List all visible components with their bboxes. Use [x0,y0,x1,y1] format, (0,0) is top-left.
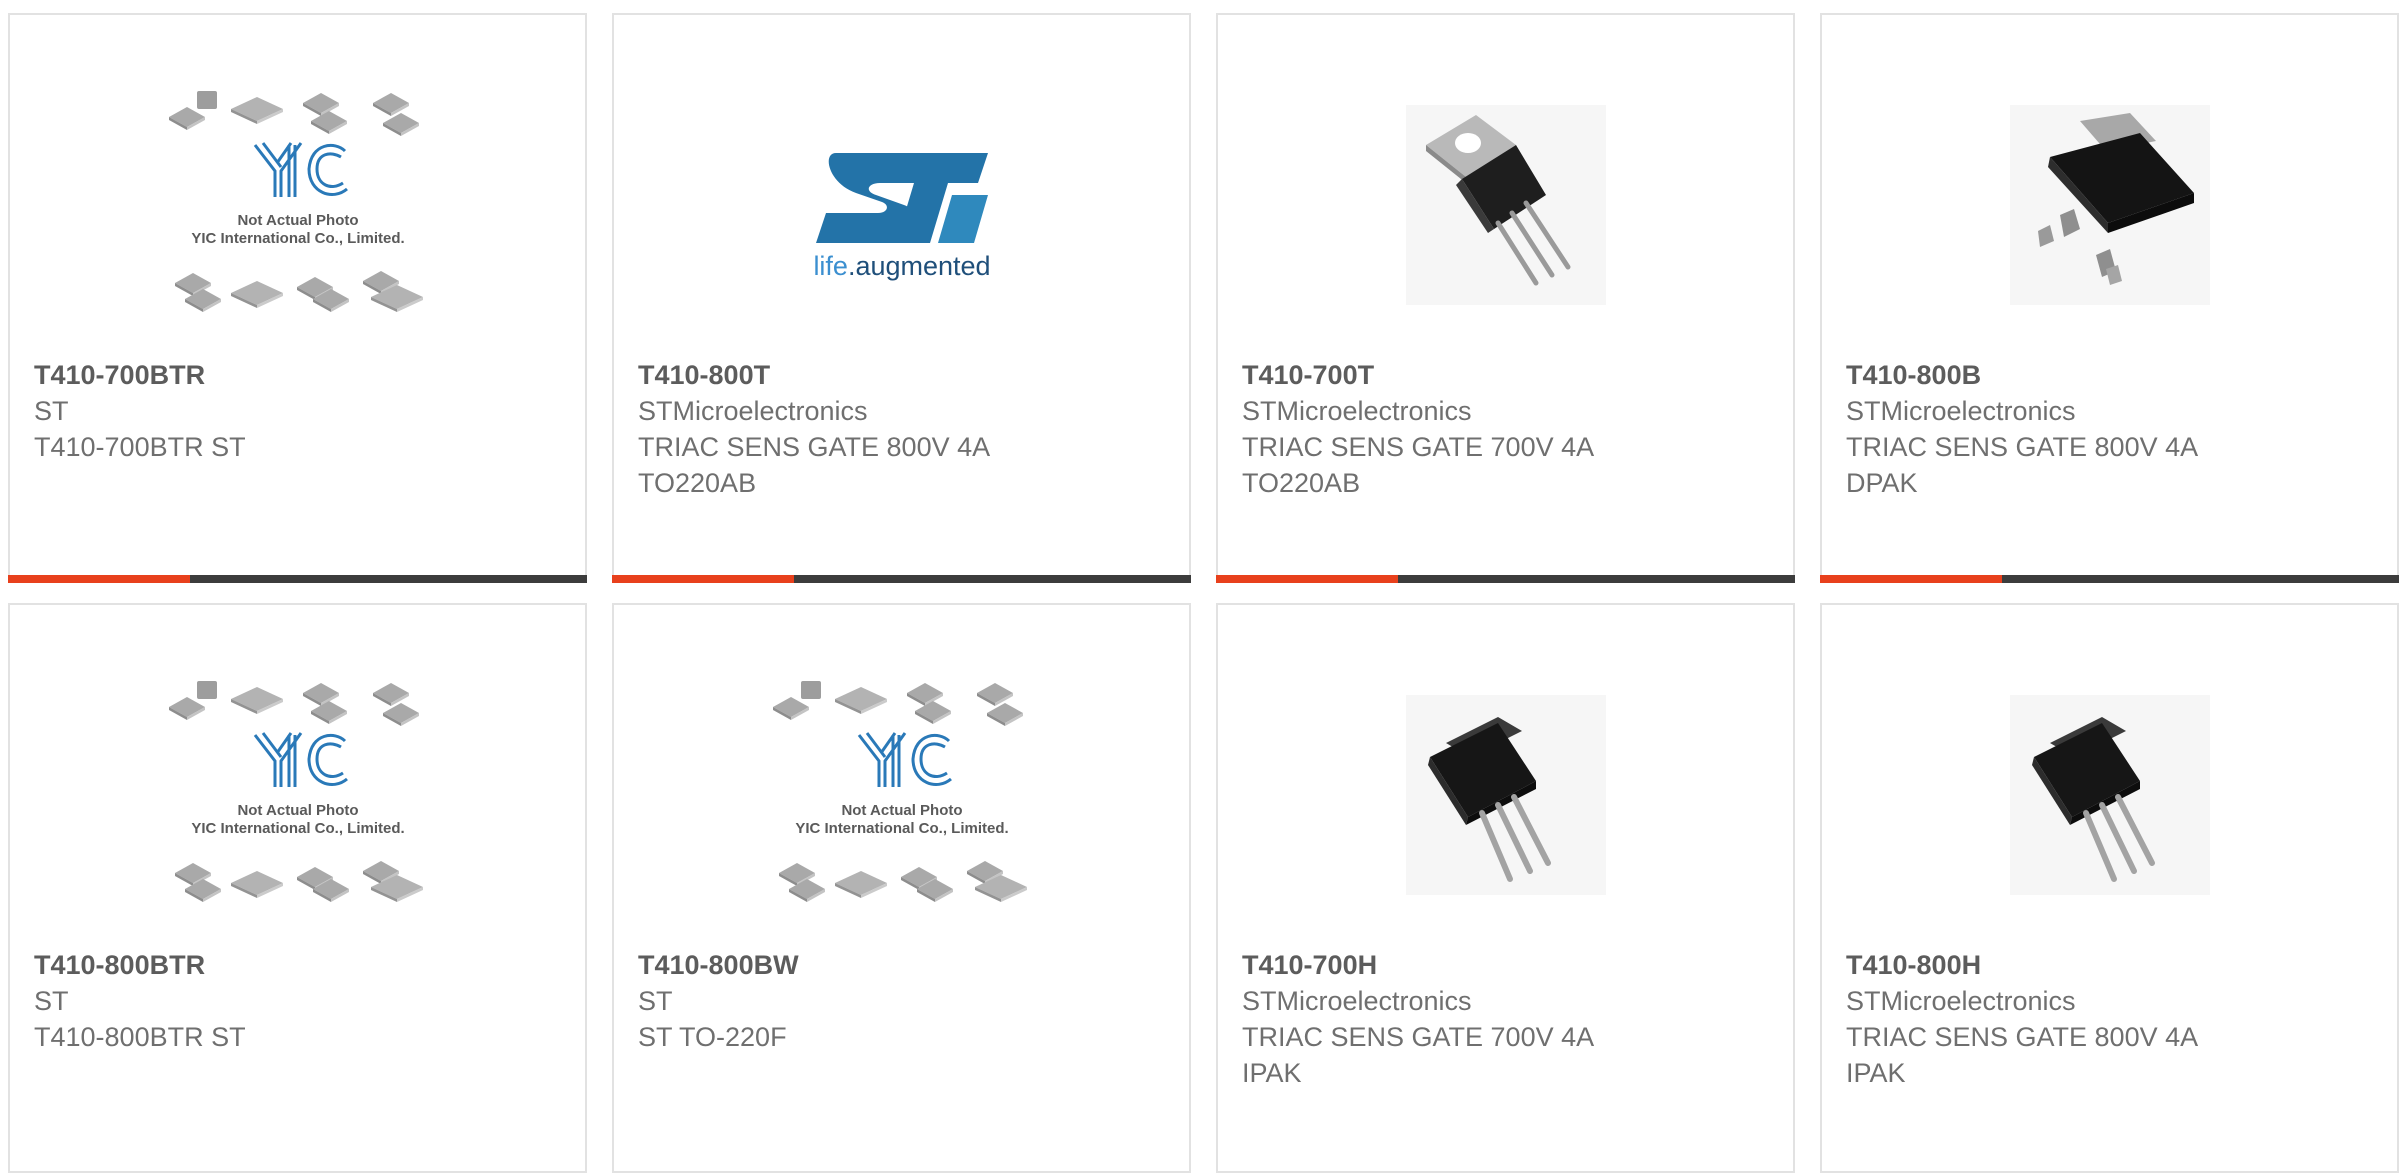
yic-caption-2: YIC International Co., Limited. [191,820,404,837]
product-card[interactable]: Not Actual Photo YIC International Co., … [8,603,587,1173]
card-accent [1216,575,1398,583]
product-card[interactable]: T410-800B STMicroelectronics TRIAC SENS … [1820,13,2399,583]
dpak-package-icon [1975,75,2245,335]
yic-caption-1: Not Actual Photo [237,802,358,819]
product-card[interactable]: T410-700T STMicroelectronics TRIAC SENS … [1216,13,1795,583]
description-line-1: TRIAC SENS GATE 800V 4A [1846,1022,2199,1052]
product-card[interactable]: T410-700H STMicroelectronics TRIAC SENS … [1216,603,1795,1173]
description-line-1: T410-700BTR ST [34,432,246,462]
yic-placeholder-icon: Not Actual Photo YIC International Co., … [767,665,1037,925]
yic-placeholder-icon: Not Actual Photo YIC International Co., … [163,75,433,335]
card-hover-bar [1216,575,1795,583]
part-number-link[interactable]: T410-800BTR [34,947,569,983]
part-number-link[interactable]: T410-700T [1242,357,1777,393]
description-line-2: TO220AB [1242,468,1361,498]
description-line-2: IPAK [1846,1058,1906,1088]
svg-text:life.augmented: life.augmented [813,251,990,281]
manufacturer-label: STMicroelectronics [1242,986,1472,1016]
description-line-2: IPAK [1242,1058,1302,1088]
manufacturer-label: STMicroelectronics [1846,396,2076,426]
manufacturer-label: ST [34,986,69,1016]
description-line-1: T410-800BTR ST [34,1022,246,1052]
ipak-package-icon [1371,665,1641,925]
manufacturer-label: ST [34,396,69,426]
product-info: T410-800H STMicroelectronics TRIAC SENS … [1846,947,2381,1091]
to220-package-icon [1371,75,1641,335]
part-number-link[interactable]: T410-800B [1846,357,2381,393]
st-logo-icon: life.augmented [767,75,1037,335]
description-line-2: DPAK [1846,468,1918,498]
product-info: T410-800T STMicroelectronics TRIAC SENS … [638,357,1173,501]
product-info: T410-800B STMicroelectronics TRIAC SENS … [1846,357,2381,501]
product-card[interactable]: T410-800H STMicroelectronics TRIAC SENS … [1820,603,2399,1173]
description-line-1: TRIAC SENS GATE 700V 4A [1242,432,1595,462]
yic-caption-2: YIC International Co., Limited. [795,820,1008,837]
card-hover-bar [8,575,587,583]
product-info: T410-700BTR ST T410-700BTR ST [34,357,569,465]
st-tagline-b: .augmented [847,251,990,281]
product-card[interactable]: Not Actual Photo YIC International Co., … [612,603,1191,1173]
yic-placeholder-icon: Not Actual Photo YIC International Co., … [163,665,433,925]
product-grid: Not Actual Photo YIC International Co., … [8,13,2399,1173]
manufacturer-label: ST [638,986,673,1016]
product-info: T410-800BW ST ST TO-220F [638,947,1173,1055]
part-number-link[interactable]: T410-700BTR [34,357,569,393]
st-tagline-a: life [813,251,848,281]
description-line-1: TRIAC SENS GATE 800V 4A [638,432,991,462]
ipak-package-icon [1975,665,2245,925]
card-accent [1820,575,2002,583]
part-number-link[interactable]: T410-800BW [638,947,1173,983]
part-number-link[interactable]: T410-700H [1242,947,1777,983]
card-hover-bar [612,575,1191,583]
card-hover-bar [1820,575,2399,583]
manufacturer-label: STMicroelectronics [1846,986,2076,1016]
description-line-1: TRIAC SENS GATE 700V 4A [1242,1022,1595,1052]
product-card[interactable]: Not Actual Photo YIC International Co., … [8,13,587,583]
description-line-2: TO220AB [638,468,757,498]
product-info: T410-700H STMicroelectronics TRIAC SENS … [1242,947,1777,1091]
part-number-link[interactable]: T410-800T [638,357,1173,393]
card-accent [612,575,794,583]
yic-caption-1: Not Actual Photo [841,802,962,819]
part-number-link[interactable]: T410-800H [1846,947,2381,983]
card-accent [8,575,190,583]
manufacturer-label: STMicroelectronics [1242,396,1472,426]
product-card[interactable]: life.augmented T410-800T STMicroelectron… [612,13,1191,583]
description-line-1: ST TO-220F [638,1022,787,1052]
product-info: T410-700T STMicroelectronics TRIAC SENS … [1242,357,1777,501]
manufacturer-label: STMicroelectronics [638,396,868,426]
yic-caption-2: YIC International Co., Limited. [191,230,404,247]
yic-caption-1: Not Actual Photo [237,212,358,229]
product-info: T410-800BTR ST T410-800BTR ST [34,947,569,1055]
description-line-1: TRIAC SENS GATE 800V 4A [1846,432,2199,462]
